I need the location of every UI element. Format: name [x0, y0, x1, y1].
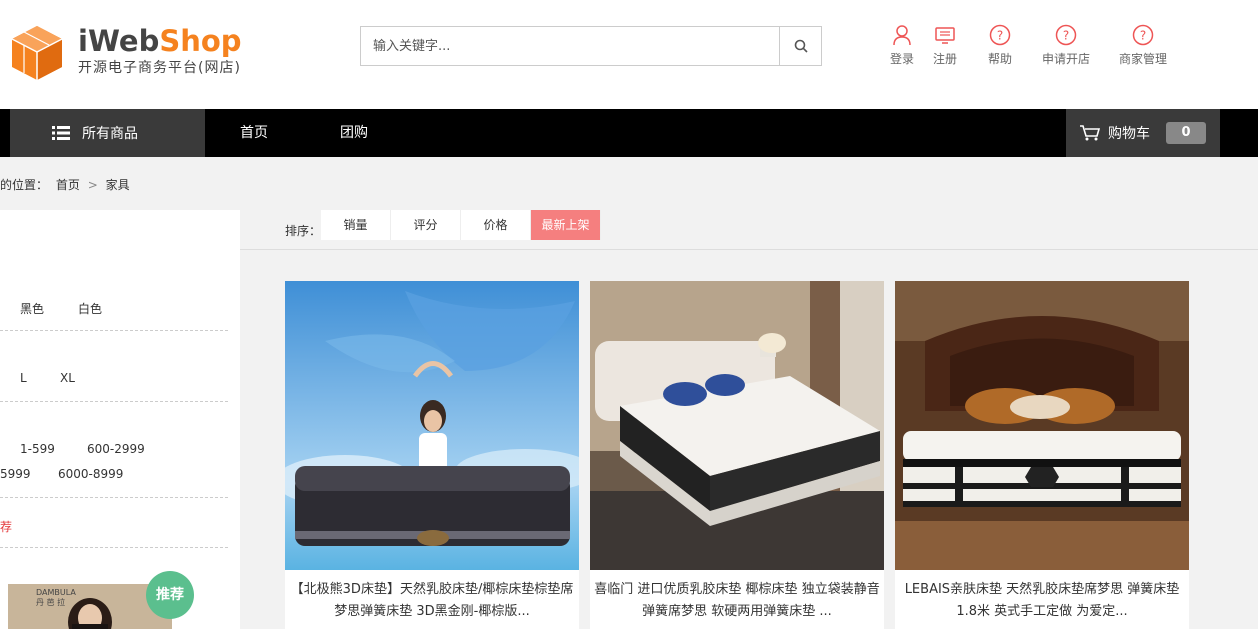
recommend-text[interactable]: 荐 [0, 518, 12, 535]
merchant-link[interactable]: ? 商家管理 [1117, 24, 1169, 67]
filter-size-l[interactable]: L [20, 371, 27, 385]
filter-color-black[interactable]: 黑色 [20, 300, 44, 317]
breadcrumb-prefix: 的位置： [0, 178, 49, 192]
register-icon [935, 27, 955, 44]
filter-size-xl[interactable]: XL [60, 371, 75, 385]
nav-home[interactable]: 首页 [240, 109, 268, 157]
filter-color-row: 黑色 白色 [0, 210, 228, 331]
main-nav: 所有商品 首页 团购 购物车 0 [0, 109, 1258, 157]
filter-price-option[interactable]: 5999 [0, 467, 31, 481]
sort-by-sales[interactable]: 销量 [321, 210, 391, 240]
recommend-badge: 推荐 [146, 571, 194, 619]
sort-by-price[interactable]: 价格 [461, 210, 531, 240]
top-links: 登录 注册 ? 帮助 ? 申请开店 ? 商家管理 [0, 24, 1258, 74]
breadcrumb-separator: > [87, 178, 98, 192]
header: iWebShop 开源电子商务平台(网店) 登录 注册 ? 帮助 ? 申请开店 … [0, 0, 1258, 109]
cart-count-badge: 0 [1166, 122, 1206, 144]
filter-price-row: 1-599 600-2999 5999 6000-8999 [0, 402, 228, 498]
product-title[interactable]: 喜临门 进口优质乳胶床垫 椰棕床垫 独立袋装静音弹簧席梦思 软硬两用弹簧床垫 .… [590, 579, 884, 623]
filter-size-row: L XL [0, 331, 228, 402]
filter-price-option[interactable]: 1-599 [20, 442, 55, 456]
filter-color-white[interactable]: 白色 [78, 300, 102, 317]
product-card[interactable]: 【北极熊3D床垫】天然乳胶床垫/椰棕床垫棕垫席梦思弹簧床垫 3D黑金刚-椰棕版.… [285, 281, 579, 629]
help-icon: ? [989, 24, 1011, 46]
nav-group-buy[interactable]: 团购 [340, 109, 368, 157]
product-title[interactable]: 【北极熊3D床垫】天然乳胶床垫/椰棕床垫棕垫席梦思弹簧床垫 3D黑金刚-椰棕版.… [285, 579, 579, 623]
product-title[interactable]: LEBAIS亲肤床垫 天然乳胶床垫席梦思 弹簧床垫1.8米 英式手工定做 为爱定… [895, 579, 1189, 623]
cart-button[interactable]: 购物车 0 [1066, 109, 1220, 157]
user-icon [893, 25, 911, 46]
svg-text:?: ? [1063, 29, 1069, 43]
filter-price-option[interactable]: 6000-8999 [58, 467, 123, 481]
filter-sidebar: 黑色 白色 L XL 1-599 600-2999 5999 6000-8999… [0, 210, 240, 629]
help-label: 帮助 [987, 52, 1012, 66]
login-link[interactable]: 登录 [888, 24, 916, 67]
sort-label: 排序： [285, 224, 322, 238]
filter-extra-row: 荐 [0, 498, 228, 548]
main-area: 的位置： 首页 > 家具 黑色 白色 L XL 1-599 600-2999 5… [0, 157, 1258, 629]
sort-by-newest[interactable]: 最新上架 [531, 210, 601, 240]
list-icon [52, 126, 70, 140]
login-label: 登录 [889, 52, 914, 66]
apply-store-link[interactable]: ? 申请开店 [1040, 24, 1092, 67]
merchant-label: 商家管理 [1118, 52, 1167, 66]
sort-by-rating[interactable]: 评分 [391, 210, 461, 240]
help-link[interactable]: ? 帮助 [985, 24, 1015, 67]
breadcrumb-home[interactable]: 首页 [56, 178, 80, 192]
apply-store-label: 申请开店 [1041, 52, 1090, 66]
register-link[interactable]: 注册 [931, 24, 959, 67]
product-image [895, 281, 1189, 570]
product-card[interactable]: 喜临门 进口优质乳胶床垫 椰棕床垫 独立袋装静音弹簧席梦思 软硬两用弹簧床垫 .… [590, 281, 884, 629]
filter-price-option[interactable]: 600-2999 [87, 442, 145, 456]
help-icon: ? [1132, 24, 1154, 46]
cart-icon [1080, 125, 1100, 141]
register-label: 注册 [932, 52, 957, 66]
breadcrumb: 的位置： 首页 > 家具 [0, 176, 134, 193]
svg-text:?: ? [997, 29, 1003, 43]
all-products-menu[interactable]: 所有商品 [10, 109, 205, 157]
product-image [285, 281, 579, 570]
sort-bar: 排序： 销量 评分 价格 最新上架 [240, 210, 1258, 250]
cart-label: 购物车 [1108, 126, 1150, 142]
product-image [590, 281, 884, 570]
help-icon: ? [1055, 24, 1077, 46]
all-products-label: 所有商品 [82, 126, 138, 142]
svg-text:?: ? [1140, 29, 1146, 43]
breadcrumb-current: 家具 [105, 178, 130, 192]
product-card[interactable]: LEBAIS亲肤床垫 天然乳胶床垫席梦思 弹簧床垫1.8米 英式手工定做 为爱定… [895, 281, 1189, 629]
